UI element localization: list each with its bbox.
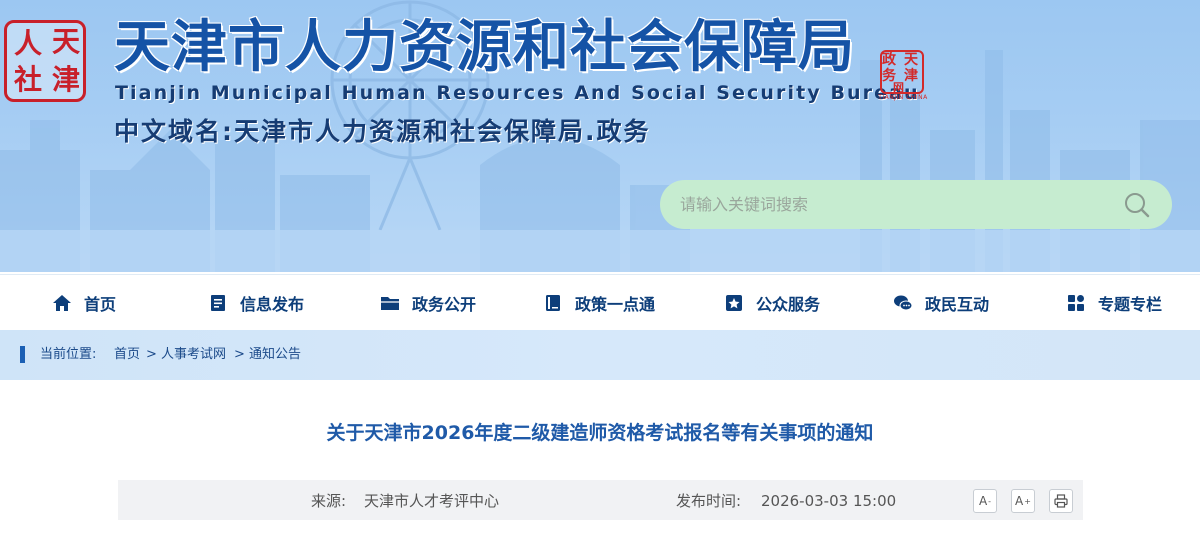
- article-meta-bar: [118, 480, 1083, 520]
- chinese-domain-name: 中文域名:天津市人力资源和社会保障局.政务: [114, 117, 651, 146]
- gov-seal-char: 政: [882, 52, 896, 68]
- service-icon: [726, 295, 742, 311]
- nav-item-label: 专题专栏: [1098, 295, 1163, 314]
- nav-item-special-topics[interactable]: 专题专栏: [1066, 275, 1162, 331]
- nav-item-label: 政务公开: [412, 295, 477, 314]
- gov-seal-char: 津: [904, 68, 918, 84]
- print-icon: [1054, 494, 1068, 508]
- home-icon: [53, 295, 71, 311]
- nav-item-label: 政民互动: [925, 295, 990, 314]
- nav-item-policy[interactable]: 政策一点通: [543, 275, 655, 331]
- nav-item-interaction[interactable]: 政民互动: [893, 275, 989, 331]
- nav-item-label: 政策一点通: [575, 295, 656, 314]
- nav-item-label: 公众服务: [756, 295, 821, 314]
- folder-icon: [381, 297, 399, 310]
- seal-char: 人: [13, 27, 42, 60]
- nav-item-home[interactable]: 首页: [52, 275, 116, 331]
- publish-date-label: 发布时间:: [676, 492, 742, 510]
- nav-item-public-service[interactable]: 公众服务: [724, 275, 820, 331]
- font-larger-label: A: [1015, 494, 1024, 508]
- gov-seal-caption: TIANJIN CHINA: [878, 94, 928, 101]
- font-larger-button[interactable]: A +: [1011, 489, 1035, 513]
- search-button[interactable]: [1112, 180, 1162, 229]
- nav-item-gov-affairs[interactable]: 政务公开: [380, 275, 476, 331]
- search-input[interactable]: [660, 180, 1100, 229]
- breadcrumb-marker: [20, 346, 25, 363]
- breadcrumb-link-notices[interactable]: 通知公告: [249, 345, 301, 365]
- search-bar: [660, 180, 1172, 229]
- seal-char: 津: [51, 63, 80, 96]
- chat-icon: [894, 295, 913, 311]
- nav-item-label: 信息发布: [240, 295, 305, 314]
- article-title: 关于天津市2026年度二级建造师资格考试报名等有关事项的通知: [326, 422, 874, 444]
- breadcrumb-link-home[interactable]: 首页: [114, 345, 140, 365]
- breadcrumb-link-exam-site[interactable]: 人事考试网: [161, 345, 226, 365]
- font-smaller-sign: -: [988, 496, 992, 506]
- nav-item-label: 首页: [84, 295, 117, 314]
- main-navigation: 首页 信息发布 政务公开 政策一点通 公众服务 政民互动 专题专栏: [0, 274, 1200, 330]
- gov-seal-char: 天: [904, 52, 918, 68]
- font-larger-sign: +: [1024, 496, 1031, 506]
- breadcrumb-separator: >: [146, 347, 157, 362]
- nav-item-info-release[interactable]: 信息发布: [208, 275, 304, 331]
- search-icon: [1125, 192, 1150, 217]
- gov-domain-seal: 政 天 务 津 网 TIANJIN CHINA: [878, 48, 928, 104]
- print-button[interactable]: [1049, 489, 1073, 513]
- seal-char: 社: [13, 63, 42, 96]
- site-subtitle-english: Tianjin Municipal Human Resources And So…: [115, 82, 920, 104]
- book-icon: [546, 295, 560, 311]
- site-title: 天津市人力资源和社会保障局: [114, 15, 855, 80]
- breadcrumb-separator: >: [234, 347, 245, 362]
- font-smaller-button[interactable]: A-: [973, 489, 997, 513]
- font-smaller-label: A: [978, 494, 988, 508]
- breadcrumb-prefix: 当前位置:: [40, 347, 97, 362]
- document-icon: [211, 295, 225, 311]
- seal-char: 天: [51, 25, 80, 58]
- publish-date-value: 2026-03-03 15:00: [761, 492, 897, 510]
- hrss-logo-seal: 人 天 社 津: [4, 20, 86, 102]
- grid-icon: [1068, 295, 1084, 311]
- source-label: 来源:: [311, 492, 347, 510]
- site-header: 人 天 社 津 天津市人力资源和社会保障局 Tianjin Municipal …: [0, 0, 1200, 272]
- source-value: 天津市人才考评中心: [364, 492, 500, 510]
